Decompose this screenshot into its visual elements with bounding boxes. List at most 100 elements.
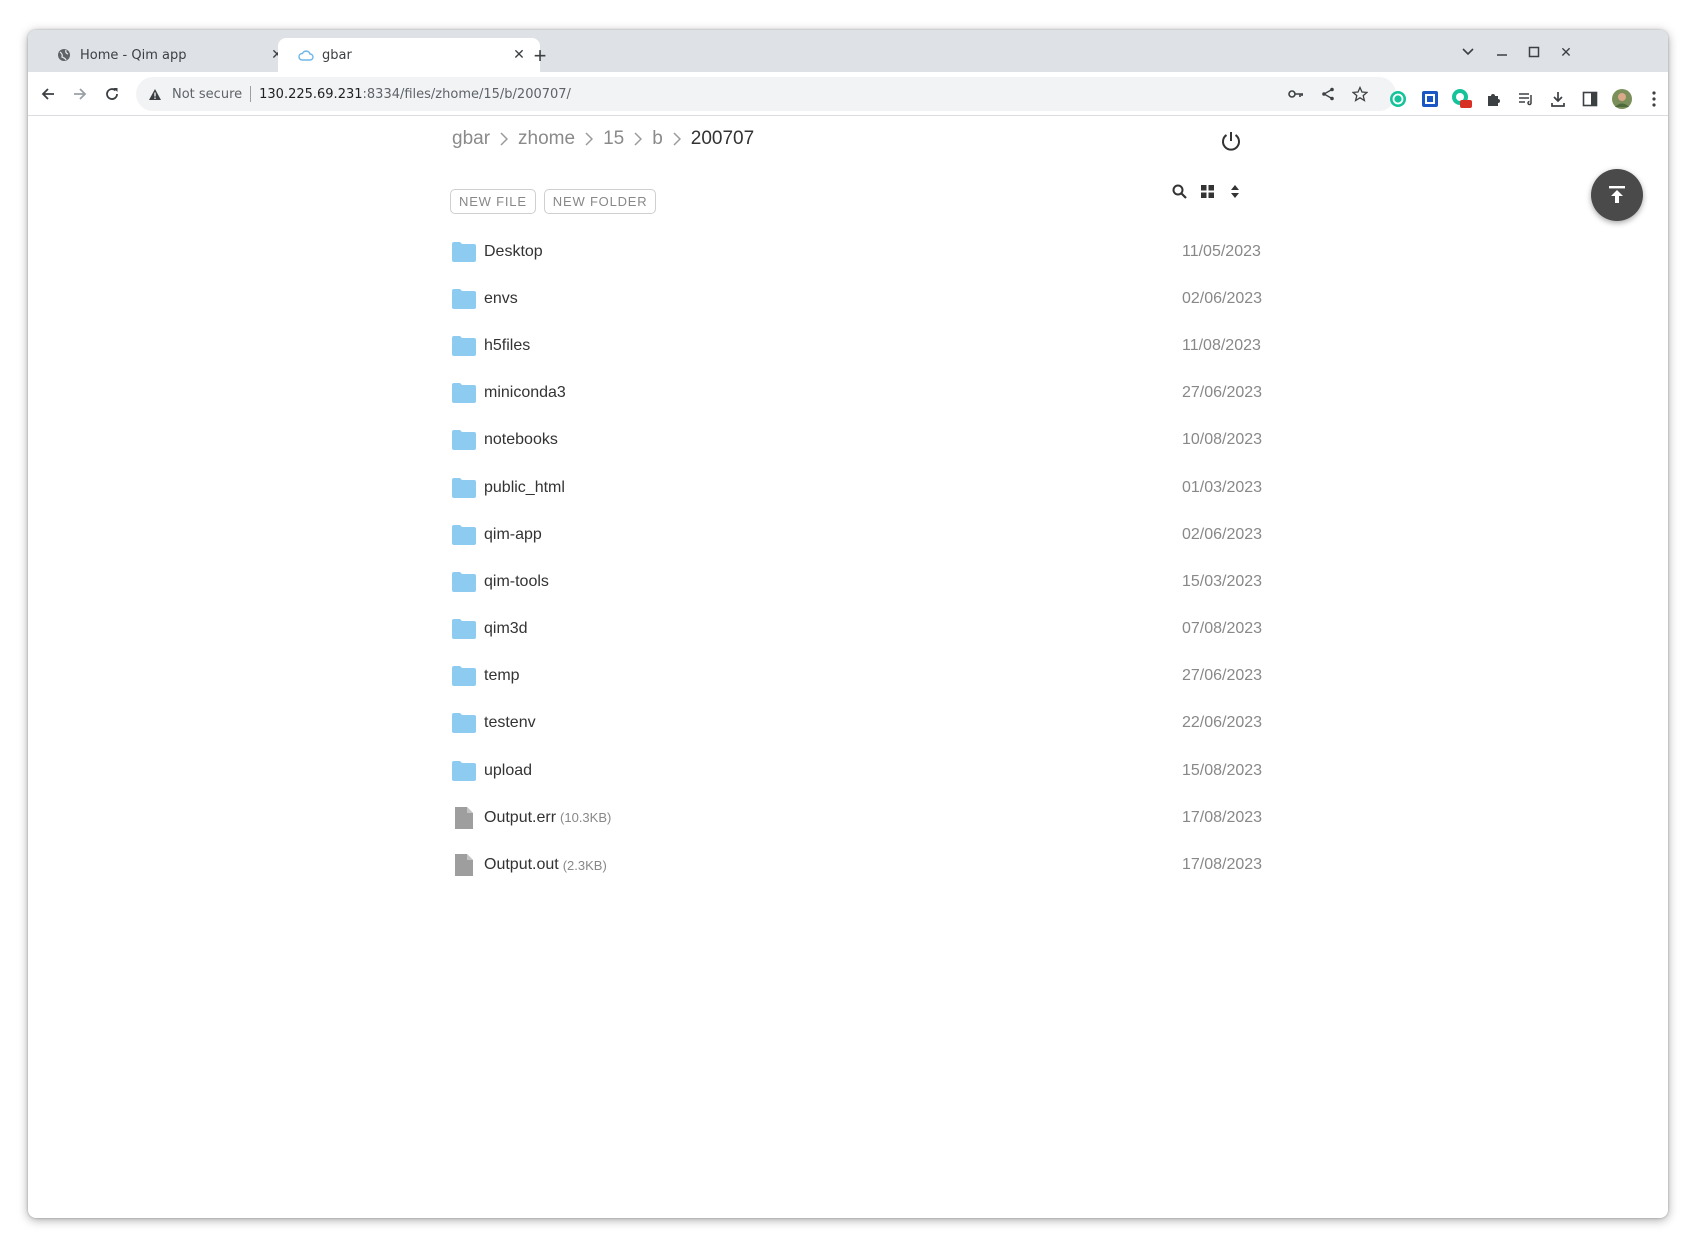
breadcrumb-item[interactable]: gbar (452, 128, 490, 150)
breadcrumb-item[interactable]: zhome (518, 128, 575, 150)
file-date: 27/06/2023 (1182, 384, 1263, 402)
file-date: 22/06/2023 (1182, 714, 1263, 732)
file-date: 17/08/2023 (1182, 808, 1263, 826)
cloud-icon (298, 47, 314, 63)
file-name: Desktop (484, 242, 543, 260)
upload-arrow-icon (1609, 186, 1625, 203)
folder-icon (452, 760, 476, 782)
new-file-button[interactable]: NEW FILE (450, 189, 536, 214)
list-item[interactable]: public_html 01/03/2023 (452, 464, 1262, 511)
tab-title: gbar (322, 47, 352, 63)
folder-icon (452, 618, 476, 640)
list-item[interactable]: h5files 11/08/2023 (452, 322, 1261, 369)
file-name: qim3d (484, 620, 528, 638)
list-item[interactable]: envs 02/06/2023 (452, 275, 1262, 322)
maximize-icon[interactable] (1520, 40, 1548, 64)
grammar-extension-icon[interactable] (1384, 85, 1412, 113)
url-host: 130.225.69.231 (259, 86, 363, 102)
kebab-menu-icon[interactable] (1640, 85, 1668, 113)
tab-search-icon[interactable] (1454, 40, 1482, 64)
folder-icon (452, 524, 476, 546)
file-actions: NEW FILE NEW FOLDER (450, 189, 657, 214)
folder-icon (452, 335, 476, 357)
share-icon[interactable] (1314, 80, 1342, 108)
list-item[interactable]: upload 15/08/2023 (452, 747, 1262, 794)
folder-icon (452, 288, 476, 310)
breadcrumb-item[interactable]: b (652, 128, 663, 150)
file-date: 15/08/2023 (1182, 761, 1263, 779)
tab-gbar[interactable]: gbar ✕ (278, 38, 540, 72)
file-name: miniconda3 (484, 384, 566, 402)
browser-window: Home - Qim app ✕ gbar ✕ + ✕ Not secure 1… (28, 30, 1668, 1218)
file-date: 10/08/2023 (1182, 431, 1263, 449)
list-item[interactable]: notebooks 10/08/2023 (452, 417, 1262, 464)
warning-icon[interactable] (148, 86, 164, 102)
file-date: 11/08/2023 (1182, 336, 1261, 354)
list-item[interactable]: Output.err (10.3KB) 17/08/2023 (452, 794, 1262, 841)
chevron-right-icon (634, 132, 643, 146)
breadcrumb-item[interactable]: 15 (603, 128, 624, 150)
puzzle-extensions-icon[interactable] (1480, 85, 1508, 113)
back-arrow-icon[interactable] (34, 80, 62, 108)
file-name: h5files (484, 336, 531, 354)
file-name: envs (484, 289, 518, 307)
forward-arrow-icon[interactable] (66, 80, 94, 108)
key-icon[interactable] (1282, 80, 1310, 108)
list-item[interactable]: qim-tools 15/03/2023 (452, 558, 1262, 605)
avatar[interactable] (1608, 85, 1636, 113)
chevron-right-icon (585, 132, 594, 146)
file-name: upload (484, 761, 533, 779)
divider (250, 86, 252, 102)
list-item[interactable]: Desktop 11/05/2023 (452, 228, 1261, 275)
download-icon[interactable] (1544, 85, 1572, 113)
file-name: temp (484, 667, 520, 685)
list-item[interactable]: temp 27/06/2023 (452, 653, 1262, 700)
security-label[interactable]: Not secure (172, 87, 242, 102)
chevron-right-icon (673, 132, 681, 146)
tab-strip: Home - Qim app ✕ gbar ✕ + ✕ (28, 30, 1668, 72)
file-icon (452, 806, 476, 829)
new-tab-button[interactable]: + (526, 42, 554, 70)
reload-icon[interactable] (98, 80, 126, 108)
file-icon (452, 854, 476, 877)
minimize-icon[interactable] (1488, 40, 1516, 64)
pdf-extension-icon[interactable] (1416, 85, 1444, 113)
list-item[interactable]: testenv 22/06/2023 (452, 700, 1262, 747)
bookmark-star-icon[interactable] (1346, 80, 1374, 108)
file-size: (2.3KB) (562, 857, 607, 873)
sort-icon[interactable] (1224, 180, 1246, 202)
folder-icon (452, 382, 476, 404)
file-date: 17/08/2023 (1182, 856, 1263, 874)
url-path: :8334/files/zhome/15/b/200707/ (362, 86, 571, 102)
tab-home-qim-app[interactable]: Home - Qim app ✕ (36, 38, 298, 72)
file-name: public_html (484, 478, 565, 496)
file-name: qim-app (484, 525, 542, 543)
folder-icon (452, 665, 476, 687)
breadcrumb-current: 200707 (690, 128, 755, 149)
close-window-icon[interactable]: ✕ (1552, 40, 1580, 64)
folder-icon (452, 712, 476, 734)
folder-icon (452, 571, 476, 593)
list-item[interactable]: Output.out (2.3KB) 17/08/2023 (452, 841, 1262, 888)
file-name: Output.out (484, 856, 559, 874)
power-icon[interactable] (1220, 130, 1246, 156)
file-date: 11/05/2023 (1182, 242, 1261, 260)
search-icon[interactable] (1168, 180, 1190, 202)
off-badge-extension-icon[interactable] (1448, 85, 1476, 113)
grid-view-icon[interactable] (1196, 180, 1218, 202)
list-item[interactable]: qim-app 02/06/2023 (452, 511, 1262, 558)
new-folder-button[interactable]: NEW FOLDER (543, 189, 657, 214)
folder-icon (452, 241, 476, 263)
list-item[interactable]: qim3d 07/08/2023 (452, 606, 1262, 653)
file-name: notebooks (484, 431, 558, 449)
reading-list-icon[interactable] (1512, 85, 1540, 113)
file-name: testenv (484, 714, 536, 732)
file-date: 01/03/2023 (1182, 478, 1263, 496)
side-panel-icon[interactable] (1576, 85, 1604, 113)
address-bar[interactable]: Not secure 130.225.69.231 :8334/files/zh… (136, 77, 1396, 111)
list-item[interactable]: miniconda3 27/06/2023 (452, 370, 1262, 417)
chevron-right-icon (500, 132, 509, 146)
upload-button[interactable] (1591, 169, 1643, 221)
view-tools (1168, 180, 1246, 202)
file-date: 02/06/2023 (1182, 525, 1263, 543)
